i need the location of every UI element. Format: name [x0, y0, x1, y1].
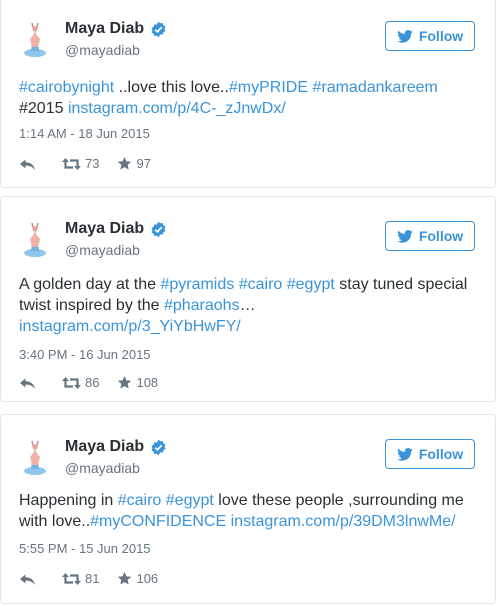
author-handle[interactable]: @mayadiab	[65, 460, 140, 476]
tweet-text: Happening in #cairo #egypt love these pe…	[19, 492, 464, 530]
twitter-bird-icon	[397, 230, 413, 243]
reply-icon[interactable]	[19, 157, 36, 171]
hashtag-link[interactable]: #pharaohs	[164, 297, 240, 314]
instagram-link[interactable]: instagram.com/p/39DM3lnwMe/	[231, 513, 456, 530]
hashtag-link[interactable]: #cairo	[239, 276, 283, 293]
favorite-count: 106	[136, 571, 159, 586]
author-handle[interactable]: @mayadiab	[65, 42, 140, 58]
hashtag-link[interactable]: #myPRIDE	[229, 79, 308, 96]
star-icon[interactable]	[117, 571, 132, 586]
retweet-action[interactable]: 86	[62, 375, 99, 390]
timestamp[interactable]: 3:40 PM - 16 Jun 2015	[19, 347, 151, 362]
tweet-text: A golden day at the #pyramids #cairo #eg…	[19, 276, 468, 335]
favorite-action[interactable]: 108	[117, 375, 158, 390]
retweet-action[interactable]: 81	[62, 571, 99, 586]
retweet-action[interactable]: 73	[62, 156, 99, 171]
follow-button[interactable]: Follow	[385, 439, 475, 469]
hashtag-link[interactable]: #cairo	[118, 492, 162, 509]
follow-button[interactable]: Follow	[385, 221, 475, 251]
author-name[interactable]: Maya Diab	[65, 438, 167, 456]
instagram-link[interactable]: instagram.com/p/4C-_zJnwDx/	[68, 100, 286, 117]
tweet-text: #cairobynight ..love this love..#myPRIDE…	[19, 79, 438, 117]
verified-badge-icon	[150, 439, 167, 456]
reply-icon[interactable]	[19, 572, 36, 586]
hashtag-link[interactable]: #cairobynight	[19, 79, 114, 96]
star-icon[interactable]	[117, 375, 132, 390]
tweet-card: Maya Diab @mayadiab Follow A golden day …	[0, 196, 496, 402]
author-name[interactable]: Maya Diab	[65, 20, 167, 38]
timestamp[interactable]: 1:14 AM - 18 Jun 2015	[19, 126, 150, 141]
hashtag-link[interactable]: #egypt	[166, 492, 214, 509]
tweet-actions: 73 97	[19, 156, 151, 171]
tweet-card: Maya Diab @mayadiab Follow #cairobynight…	[0, 0, 496, 188]
twitter-bird-icon	[397, 448, 413, 461]
retweet-count: 86	[85, 375, 100, 390]
tweet-actions: 86 108	[19, 375, 158, 390]
avatar[interactable]	[18, 439, 52, 477]
reply-icon[interactable]	[19, 376, 36, 390]
twitter-bird-icon	[397, 30, 413, 43]
tweet-actions: 81 106	[19, 571, 158, 586]
hashtag-link[interactable]: #ramadankareem	[312, 79, 437, 96]
favorite-action[interactable]: 97	[117, 156, 151, 171]
favorite-count: 108	[136, 375, 159, 390]
retweet-icon[interactable]	[62, 158, 81, 170]
instagram-link[interactable]: instagram.com/p/3_YiYbHwFY/	[19, 318, 241, 335]
avatar[interactable]	[18, 21, 52, 59]
hashtag-link[interactable]: #egypt	[287, 276, 335, 293]
verified-badge-icon	[150, 21, 167, 38]
avatar[interactable]	[18, 221, 52, 259]
verified-badge-icon	[150, 221, 167, 238]
retweet-count: 81	[85, 571, 100, 586]
tweet-card: Maya Diab @mayadiab Follow Happening in …	[0, 414, 496, 604]
retweet-count: 73	[85, 156, 100, 171]
author-handle[interactable]: @mayadiab	[65, 242, 140, 258]
star-icon[interactable]	[117, 156, 132, 171]
retweet-icon[interactable]	[62, 573, 81, 585]
hashtag-link[interactable]: #myCONFIDENCE	[90, 513, 226, 530]
follow-button[interactable]: Follow	[385, 21, 475, 51]
retweet-icon[interactable]	[62, 377, 81, 389]
hashtag-link[interactable]: #pyramids	[160, 276, 234, 293]
timestamp[interactable]: 5:55 PM - 15 Jun 2015	[19, 541, 151, 556]
author-name[interactable]: Maya Diab	[65, 220, 167, 238]
favorite-count: 97	[136, 156, 151, 171]
favorite-action[interactable]: 106	[117, 571, 158, 586]
